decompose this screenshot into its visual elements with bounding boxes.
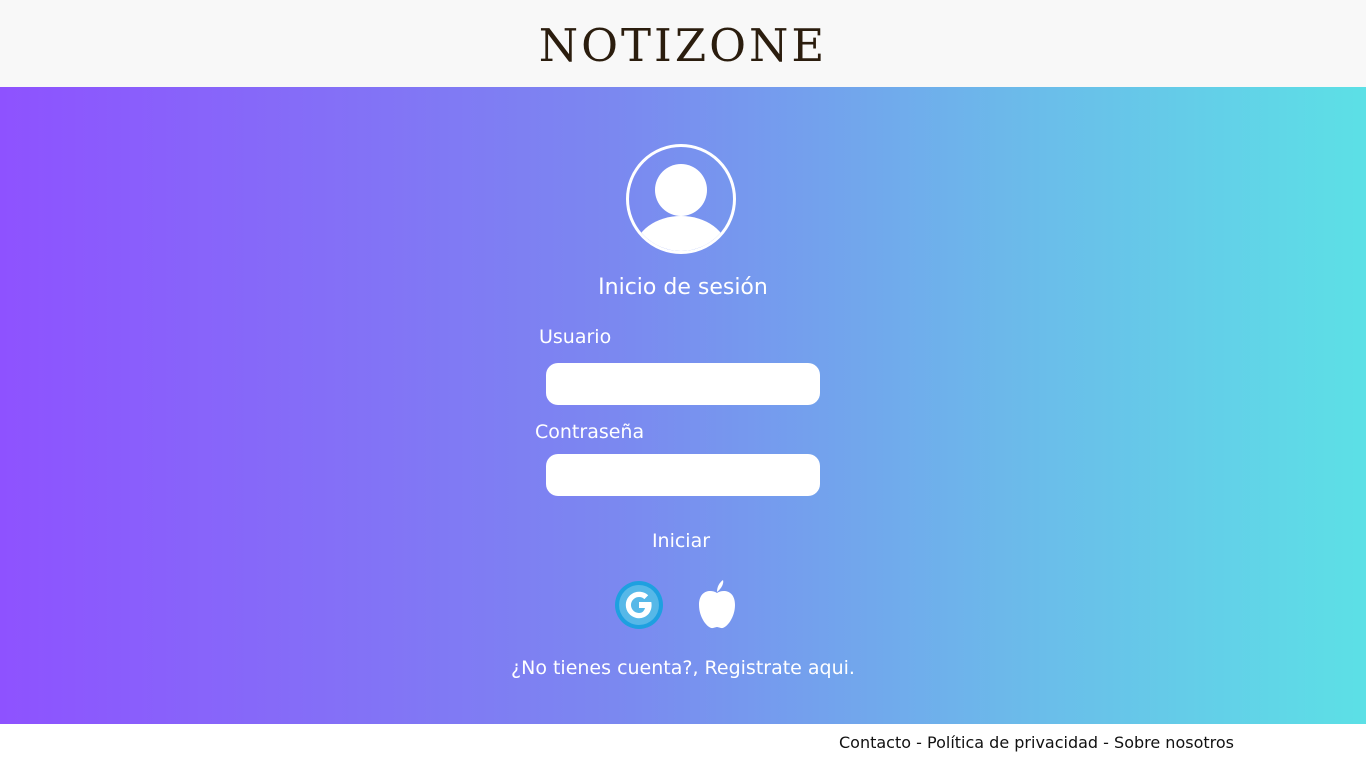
username-label: Usuario xyxy=(539,326,612,348)
footer: Contacto - Política de privacidad - Sobr… xyxy=(0,724,1366,768)
google-login-button[interactable] xyxy=(613,579,665,631)
login-title: Inicio de sesión xyxy=(598,275,768,300)
footer-privacy-link[interactable]: Política de privacidad xyxy=(927,733,1098,752)
site-logo[interactable]: NOTIZONE xyxy=(539,19,827,72)
google-icon xyxy=(615,581,663,629)
user-avatar-icon xyxy=(626,144,736,254)
register-link[interactable]: ¿No tienes cuenta?, Registrate aqui. xyxy=(0,657,1366,679)
footer-separator: - xyxy=(1103,733,1109,752)
username-input[interactable] xyxy=(546,363,820,405)
apple-icon xyxy=(699,580,735,629)
login-panel: Inicio de sesión Usuario Contraseña Inic… xyxy=(0,87,1366,724)
footer-separator: - xyxy=(916,733,922,752)
password-label: Contraseña xyxy=(535,421,645,443)
header: NOTIZONE xyxy=(0,0,1366,87)
login-button[interactable]: Iniciar xyxy=(620,527,742,555)
footer-links: Contacto - Política de privacidad - Sobr… xyxy=(839,733,1234,752)
password-input[interactable] xyxy=(546,454,820,496)
footer-about-link[interactable]: Sobre nosotros xyxy=(1114,733,1234,752)
footer-contact-link[interactable]: Contacto xyxy=(839,733,911,752)
apple-login-button[interactable] xyxy=(691,579,743,631)
